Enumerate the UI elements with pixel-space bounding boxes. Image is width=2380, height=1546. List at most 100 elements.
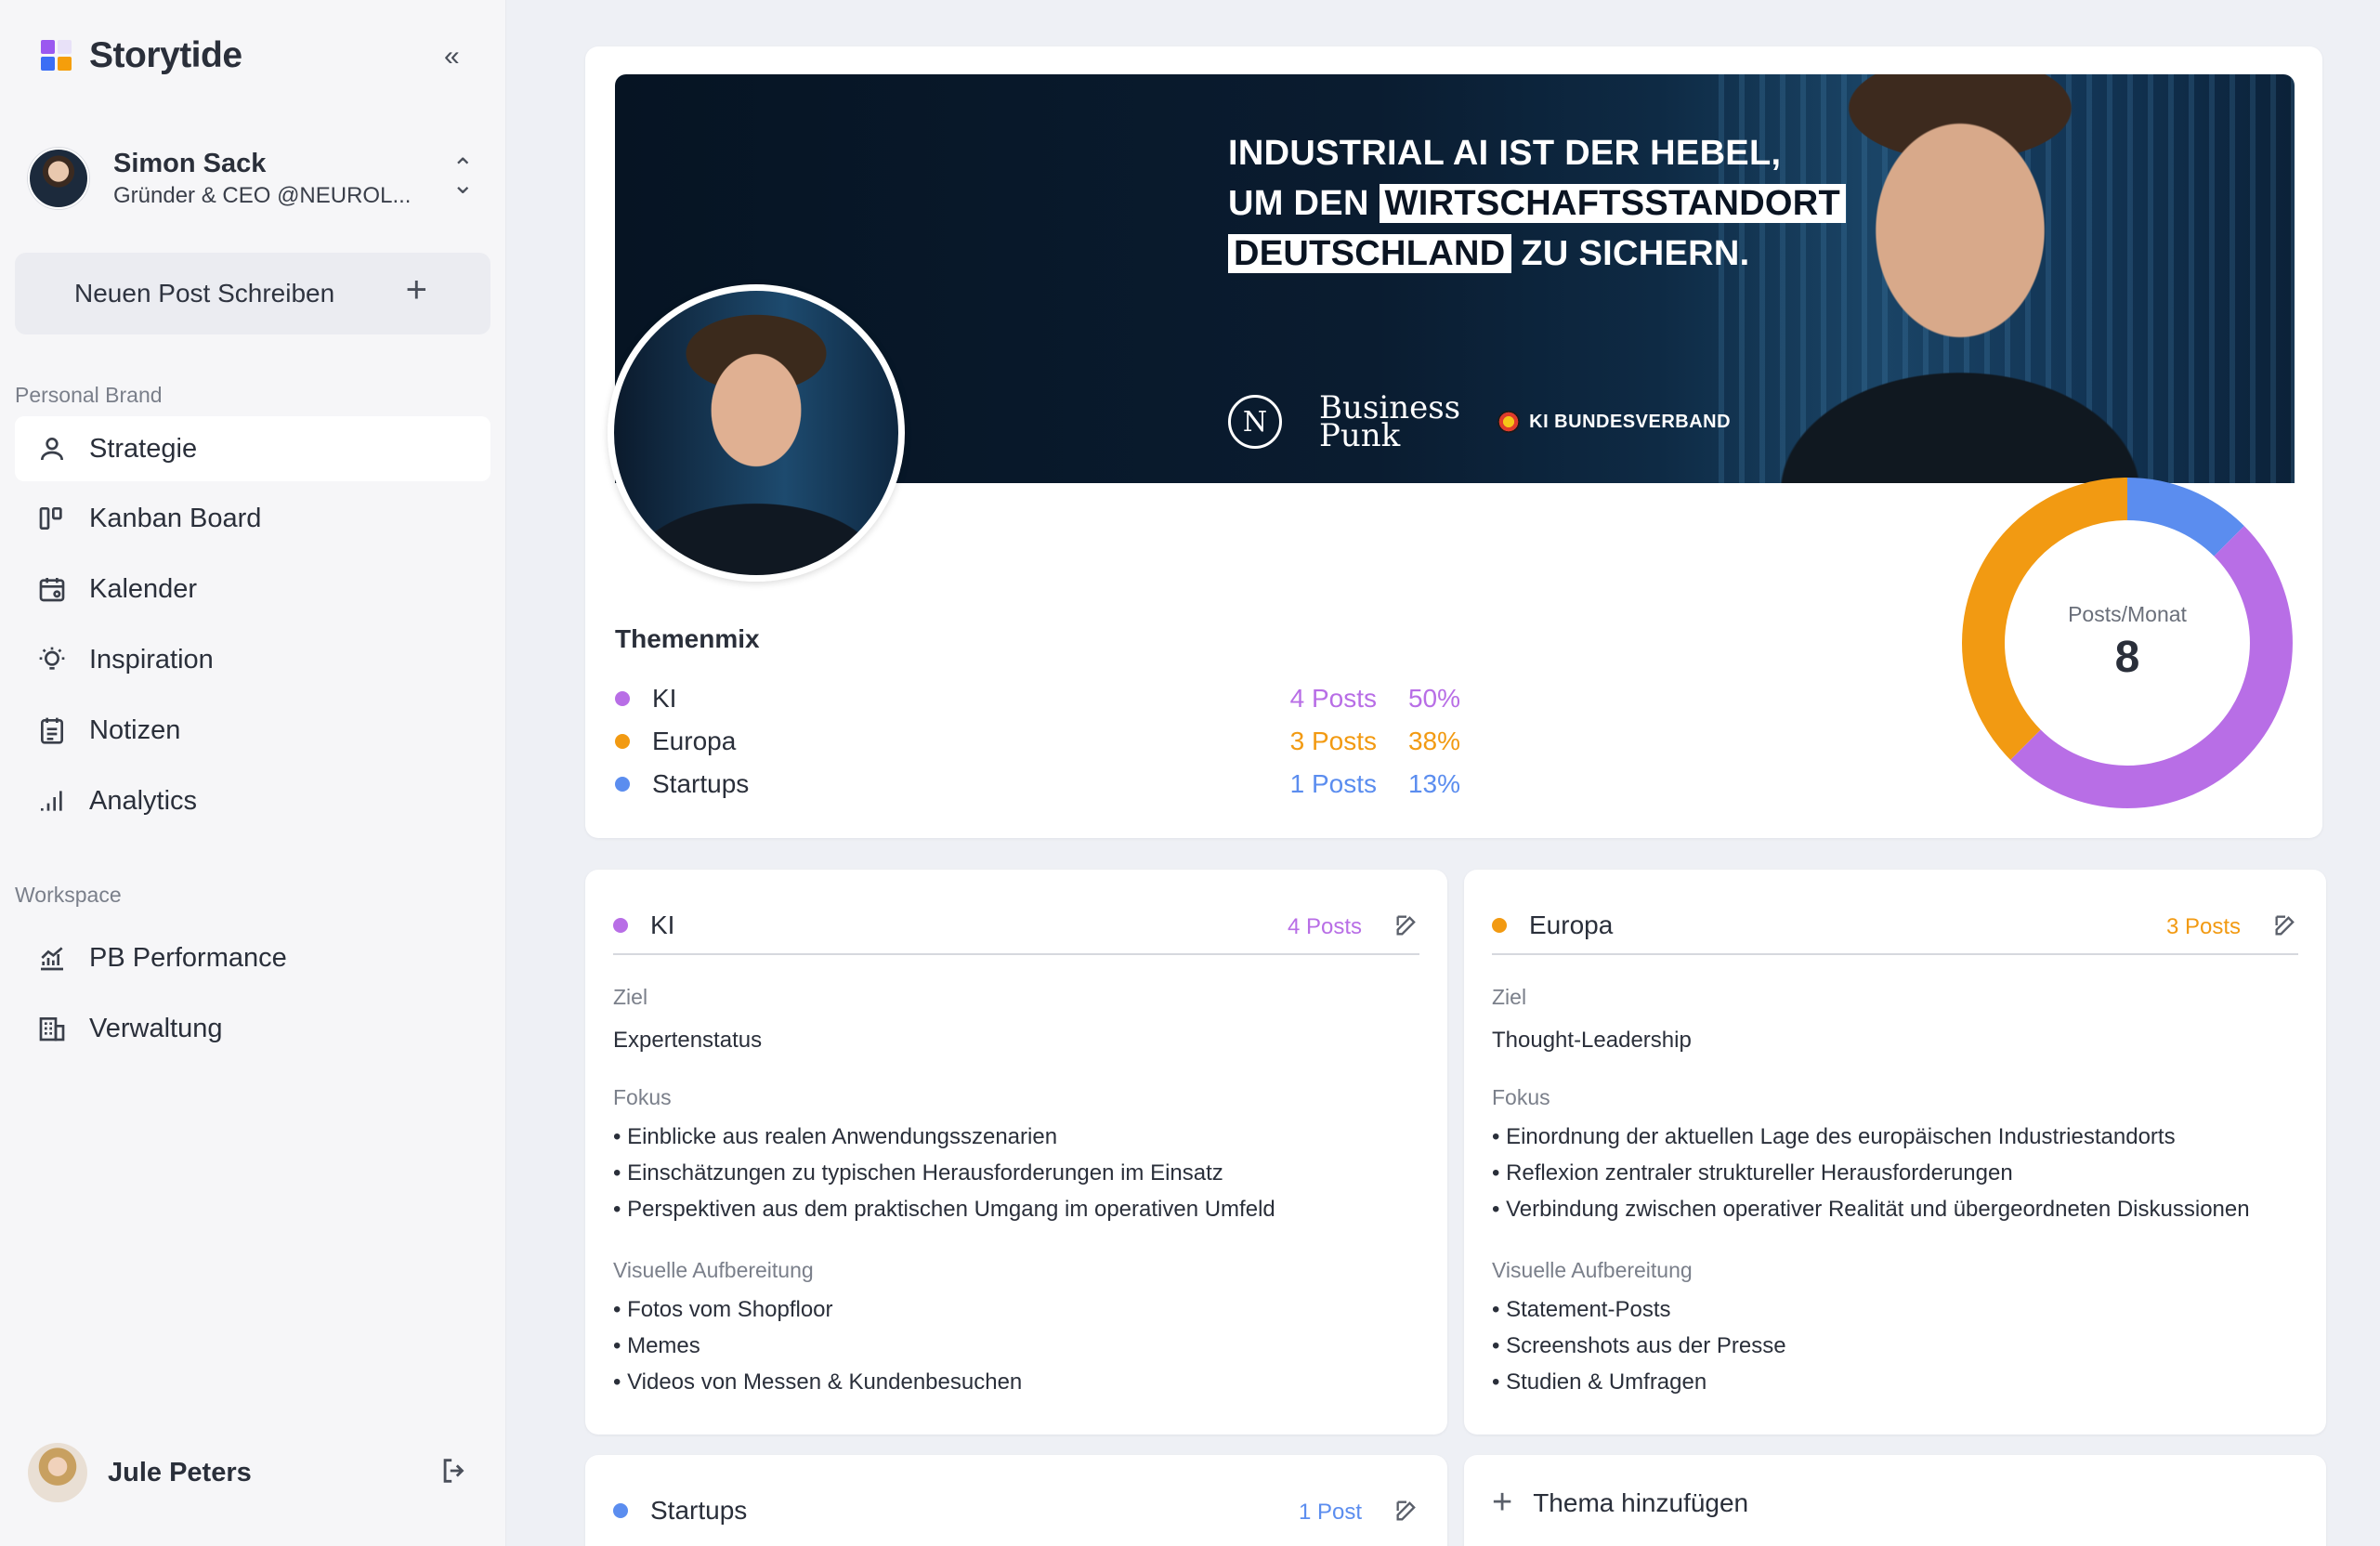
n-logo-icon: N [1228,395,1282,449]
banner-headline: INDUSTRIAL AI IST DER HEBEL, UM DEN WIRT… [1228,128,1847,279]
calendar-icon [33,570,71,608]
topic-post-count: 3 Posts [2165,914,2241,939]
topic-post-count: 4 Posts [1287,914,1362,939]
building-icon [33,1010,71,1047]
startups-color-dot [615,777,630,792]
section-label-personal-brand: Personal Brand [15,383,163,407]
themenmix-row-ki: KI 4 Posts 50% [615,680,1460,717]
topic-title: Startups [650,1496,748,1525]
topic-title: Europa [1529,911,1614,939]
kanban-icon [33,500,71,537]
list-item: Verbindung zwischen operativer Realität … [1492,1191,2250,1227]
visual-label: Visuelle Aufbereitung [1492,1258,1693,1282]
ziel-value: Expertenstatus [613,1028,763,1053]
collapse-sidebar-icon[interactable]: « [444,41,460,72]
sidebar-item-label: Strategie [89,433,198,464]
sidebar-item-label: Analytics [89,785,198,816]
topic-card-ki: KI 4 Posts Ziel Expertenstatus Fokus Ein… [585,870,1447,1435]
user-role: Gründer & CEO @NEUROL... [113,182,412,208]
fokus-label: Fokus [1492,1085,1550,1109]
sidebar-item-pb-performance[interactable]: PB Performance [15,925,490,990]
sidebar-item-label: Verwaltung [89,1013,223,1043]
sidebar-item-kanban-board[interactable]: Kanban Board [15,486,490,551]
profile-picture [608,284,905,582]
ki-bundesverband-logo: KI BUNDESVERBAND [1497,411,1731,433]
add-topic-button[interactable]: + Thema hinzufügen [1492,1483,1748,1523]
donut-label: Posts/Monat [2068,602,2187,626]
add-topic-label: Thema hinzufügen [1533,1487,1749,1517]
new-post-button[interactable]: Neuen Post Schreiben + [15,253,490,334]
current-user-name: Jule Peters [108,1457,252,1487]
sidebar-item-inspiration[interactable]: Inspiration [15,627,490,692]
topic-post-count: 1 Post [1298,1500,1362,1525]
add-topic-card[interactable]: + Thema hinzufügen [1464,1455,2326,1546]
sidebar-item-strategie[interactable]: Strategie [15,416,490,481]
sidebar-item-label: PB Performance [89,942,287,973]
sidebar-item-verwaltung[interactable]: Verwaltung [15,996,490,1061]
themenmix-row-europa: Europa 3 Posts 38% [615,723,1460,760]
visual-label: Visuelle Aufbereitung [613,1258,814,1282]
business-punk-logo: Business Punk [1319,389,1461,454]
edit-icon[interactable] [1393,912,1419,943]
list-item: Videos von Messen & Kundenbesuchen [613,1364,1022,1400]
new-post-label: Neuen Post Schreiben [74,279,335,308]
sidebar-item-label: Notizen [89,714,181,745]
storytide-logo-icon [41,40,72,72]
list-item: Screenshots aus der Presse [1492,1328,1786,1364]
list-item: Einordnung der aktuellen Lage des europä… [1492,1119,2250,1155]
europa-color-dot [615,734,630,749]
sidebar: Storytide « Simon Sack Gründer & CEO @NE… [0,0,506,1546]
list-item: Studien & Umfragen [1492,1364,1786,1400]
brand[interactable]: Storytide [41,35,242,76]
user-icon [33,430,71,467]
list-item: Einblicke aus realen Anwendungsszenarien [613,1119,1275,1155]
topic-title: KI [650,911,675,939]
list-item: Reflexion zentraler struktureller Heraus… [1492,1155,2250,1191]
donut-value: 8 [2114,633,2140,682]
lightbulb-icon [33,641,71,678]
edit-icon[interactable] [2272,912,2298,943]
list-item: Memes [613,1328,1022,1364]
sidebar-item-label: Kanban Board [89,503,262,533]
visual-list: Fotos vom Shopfloor Memes Videos von Mes… [613,1291,1022,1400]
topic-card-europa: Europa 3 Posts Ziel Thought-Leadership F… [1464,870,2326,1435]
fokus-list: Einblicke aus realen Anwendungsszenarien… [613,1119,1275,1227]
sidebar-item-label: Kalender [89,573,198,604]
banner-logos: N Business Punk KI BUNDESVERBAND [1228,389,1731,454]
user-name: Simon Sack [113,148,267,178]
bar-chart-icon [33,782,71,819]
startups-color-dot [613,1503,628,1518]
ziel-label: Ziel [613,985,648,1009]
list-item: Fotos vom Shopfloor [613,1291,1022,1328]
ziel-label: Ziel [1492,985,1527,1009]
section-label-workspace: Workspace [15,883,122,907]
list-item: Statement-Posts [1492,1291,1786,1328]
notes-icon [33,712,71,749]
performance-chart-icon [33,939,71,976]
avatar [28,1443,87,1502]
fokus-label: Fokus [613,1085,672,1109]
sidebar-item-notizen[interactable]: Notizen [15,698,490,763]
list-item: Einschätzungen zu typischen Herausforder… [613,1155,1275,1191]
topic-card-startups: Startups 1 Post [585,1455,1447,1546]
europa-color-dot [1492,918,1507,933]
ki-color-dot [613,918,628,933]
logout-icon[interactable] [438,1455,470,1491]
sidebar-item-kalender[interactable]: Kalender [15,557,490,622]
visual-list: Statement-Posts Screenshots aus der Pres… [1492,1291,1786,1400]
account-switcher[interactable]: Simon Sack Gründer & CEO @NEUROL... ⌃ ⌄ [28,147,483,210]
current-user[interactable]: Jule Peters [28,1442,483,1503]
strategy-overview-card: INDUSTRIAL AI IST DER HEBEL, UM DEN WIRT… [585,46,2322,838]
app-name: Storytide [89,35,242,75]
fokus-list: Einordnung der aktuellen Lage des europä… [1492,1119,2250,1227]
plus-icon: + [405,269,427,310]
sidebar-item-label: Inspiration [89,644,214,675]
themenmix-title: Themenmix [615,624,760,653]
themenmix-row-startups: Startups 1 Posts 13% [615,766,1460,803]
sidebar-item-analytics[interactable]: Analytics [15,768,490,833]
chevron-up-down-icon[interactable]: ⌃ ⌄ [452,155,474,198]
ki-color-dot [615,691,630,706]
edit-icon[interactable] [1393,1498,1419,1528]
ziel-value: Thought-Leadership [1492,1028,1692,1053]
ki-bundesverband-icon [1497,411,1521,433]
